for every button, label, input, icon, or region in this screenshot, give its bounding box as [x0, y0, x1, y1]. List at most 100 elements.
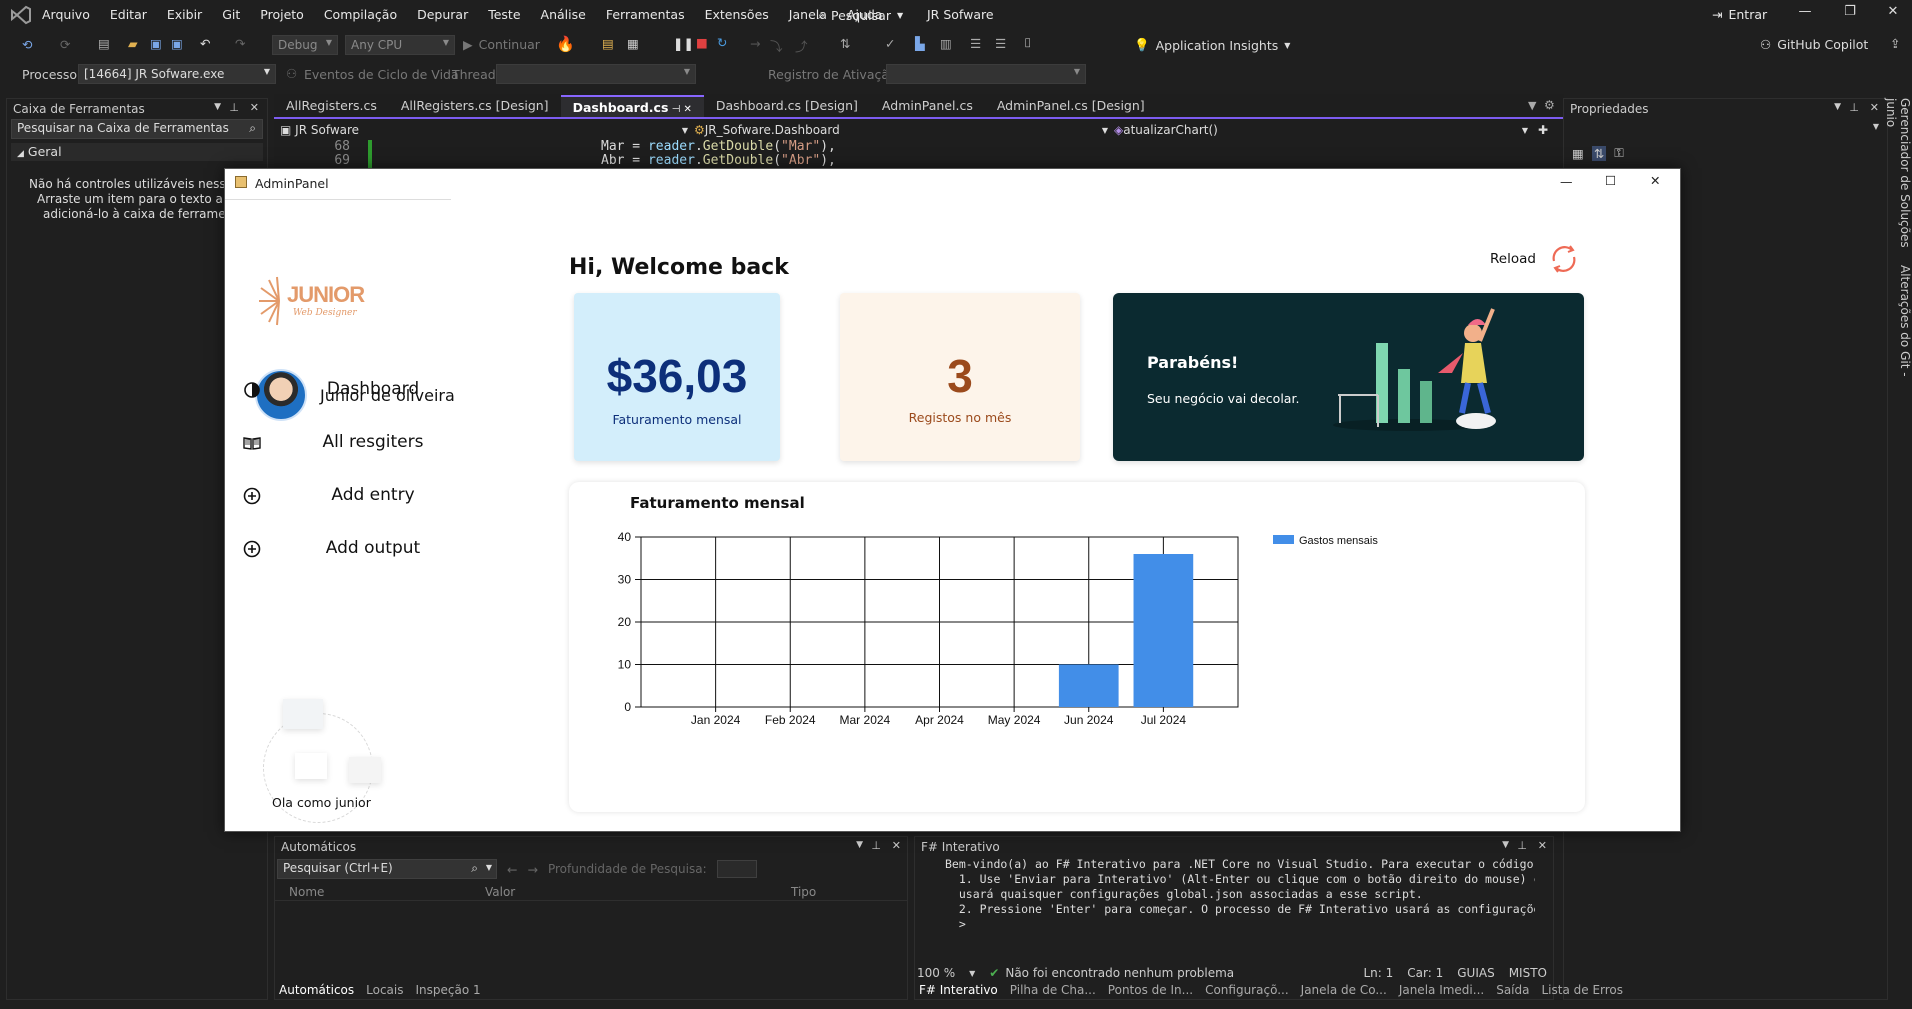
- chevron-down-icon[interactable]: ▼: [214, 102, 221, 112]
- redo-icon[interactable]: ↷: [235, 36, 245, 51]
- indent-icon[interactable]: ☰: [970, 36, 981, 51]
- pin-icon[interactable]: ⊥: [1517, 839, 1527, 852]
- col-type[interactable]: Tipo: [791, 885, 816, 899]
- fsi-tab-6[interactable]: Saída: [1496, 983, 1529, 997]
- property-pages-icon[interactable]: ⚿: [1614, 145, 1624, 161]
- restore-button[interactable]: ❐: [1835, 4, 1865, 26]
- fsi-output[interactable]: Bem-vindo(a) ao F# Interativo para .NET …: [915, 857, 1535, 932]
- code-lines[interactable]: 68 Mar = reader.GetDouble("Mar"), 69 Abr = …: [276, 140, 1536, 168]
- menu-item-0[interactable]: Arquivo: [42, 7, 90, 22]
- app-minimize-button[interactable]: —: [1560, 174, 1573, 189]
- app-close-button[interactable]: ✕: [1650, 173, 1660, 188]
- tab-overflow-icon[interactable]: ▼: [1528, 99, 1536, 112]
- chevron-down-icon[interactable]: ▼: [856, 840, 863, 850]
- zoom-level[interactable]: 100 %: [917, 966, 955, 980]
- fsi-tab-5[interactable]: Janela Imedi...: [1399, 983, 1484, 997]
- bookmark-icon[interactable]: ⌷: [1024, 35, 1032, 51]
- continue-button[interactable]: ▶ Continuar: [463, 37, 540, 52]
- fsi-tab-4[interactable]: Janela de Co...: [1301, 983, 1387, 997]
- app-insights-button[interactable]: 💡 Application Insights ▼: [1134, 37, 1290, 53]
- close-icon[interactable]: ✕: [1538, 839, 1547, 852]
- split-icon[interactable]: ✚: [1538, 123, 1548, 137]
- nav-item-3[interactable]: Add output: [243, 534, 503, 564]
- copilot-button[interactable]: ⚇ GitHub Copilot: [1760, 37, 1868, 52]
- activation-combo[interactable]: ▼: [886, 64, 1086, 84]
- pin-icon[interactable]: ⊥: [871, 839, 881, 852]
- fsi-tab-1[interactable]: Pilha de Cha...: [1010, 983, 1096, 997]
- editor-tab-1[interactable]: AllRegisters.cs [Design]: [389, 95, 561, 117]
- config-combo[interactable]: Debug ▼: [272, 35, 338, 55]
- restart-icon[interactable]: ↻: [717, 35, 727, 50]
- lifecycle-icon[interactable]: ⚇: [286, 66, 297, 81]
- diagnostics-icon[interactable]: ⇅: [840, 36, 850, 51]
- autos-tab-0[interactable]: Automáticos: [279, 983, 354, 997]
- pin-icon[interactable]: ⊥: [1849, 101, 1859, 114]
- code-line[interactable]: 68 Mar = reader.GetDouble("Mar"),: [276, 140, 1536, 154]
- back-icon[interactable]: ⟲: [22, 37, 32, 52]
- comment-icon[interactable]: ✓: [885, 36, 895, 51]
- fsi-tab-2[interactable]: Pontos de In...: [1108, 983, 1193, 997]
- member-dropdown[interactable]: ◈atualizarChart() ▼: [1114, 123, 1534, 137]
- step-out-icon[interactable]: ⤴: [795, 36, 808, 55]
- autos-tab-2[interactable]: Inspeção 1: [416, 983, 481, 997]
- close-icon[interactable]: ✕: [1870, 101, 1879, 114]
- fsi-tab-7[interactable]: Lista de Erros: [1541, 983, 1623, 997]
- nav-item-1[interactable]: All resgiters: [243, 428, 503, 458]
- issues-status[interactable]: Não foi encontrado nenhum problema: [1005, 966, 1234, 980]
- menu-item-10[interactable]: Extensões: [705, 7, 769, 22]
- editor-tab-4[interactable]: AdminPanel.cs: [870, 95, 985, 117]
- code-line[interactable]: 69 Abr = reader.GetDouble("Abr"),: [276, 154, 1536, 168]
- new-project-icon[interactable]: ▤: [98, 36, 110, 51]
- object-selector[interactable]: ▼: [1568, 119, 1883, 139]
- save-all-icon[interactable]: ▣: [171, 36, 183, 51]
- solution-explorer-tab[interactable]: Gerenciador de Soluções: [1898, 98, 1912, 248]
- menu-item-8[interactable]: Análise: [541, 7, 586, 22]
- menu-item-7[interactable]: Teste: [488, 7, 520, 22]
- platform-combo[interactable]: Any CPU ▼: [345, 35, 455, 55]
- menu-item-3[interactable]: Git: [222, 7, 240, 22]
- menu-item-1[interactable]: Editar: [110, 7, 147, 22]
- menu-item-9[interactable]: Ferramentas: [606, 7, 685, 22]
- process-combo[interactable]: [14664] JR Sofware.exe ▼: [78, 64, 276, 84]
- pin-icon[interactable]: ⊥: [229, 101, 239, 114]
- toolbox-search-input[interactable]: Pesquisar na Caixa de Ferramentas ⌕: [11, 119, 263, 139]
- autos-search-input[interactable]: Pesquisar (Ctrl+E) ⌕ ▼: [277, 859, 497, 879]
- thread-combo[interactable]: ▼: [496, 64, 696, 84]
- forward-icon[interactable]: ⟳: [60, 37, 70, 52]
- open-folder-icon[interactable]: ▰: [128, 36, 138, 51]
- step-over-icon[interactable]: ⤵: [770, 36, 783, 55]
- share-icon[interactable]: ⇪: [1890, 36, 1900, 51]
- line-ending[interactable]: MISTO: [1509, 966, 1547, 980]
- forward-arrow-icon[interactable]: →: [527, 862, 537, 877]
- outdent-icon[interactable]: ☰: [995, 36, 1006, 51]
- gear-icon[interactable]: ⚙: [1544, 98, 1555, 112]
- chevron-down-icon[interactable]: ▼: [1502, 840, 1509, 850]
- bar-chart[interactable]: 0 10 20 30 40 Jan 2024 Feb 2024 Mar 2024 Apr 202…: [569, 482, 1585, 812]
- editor-tab-5[interactable]: AdminPanel.cs [Design]: [985, 95, 1157, 117]
- tabs-mode[interactable]: GUIAS: [1457, 966, 1494, 980]
- project-dropdown[interactable]: ▣ JR Sofware ▼: [276, 123, 694, 137]
- format-icon[interactable]: ▥: [940, 36, 952, 51]
- tab-close-icon[interactable]: ⊣ ✕: [668, 104, 692, 115]
- save-icon[interactable]: ▣: [150, 36, 162, 51]
- close-icon[interactable]: ✕: [892, 839, 901, 852]
- minimize-button[interactable]: —: [1790, 4, 1820, 26]
- col-name[interactable]: Nome: [275, 885, 485, 899]
- menu-item-5[interactable]: Compilação: [324, 7, 397, 22]
- depth-combo[interactable]: [716, 860, 757, 878]
- align-icon[interactable]: ▙: [915, 36, 925, 51]
- fsi-tab-0[interactable]: F# Interativo: [919, 983, 998, 997]
- stop-icon[interactable]: ■: [696, 35, 708, 50]
- reload-button[interactable]: Reload: [1490, 239, 1582, 279]
- folder-icon[interactable]: ▤: [602, 36, 614, 51]
- back-arrow-icon[interactable]: ←: [507, 862, 517, 877]
- close-button[interactable]: ✕: [1878, 4, 1908, 26]
- editor-tab-2[interactable]: Dashboard.cs ⊣ ✕: [560, 95, 704, 117]
- menu-item-6[interactable]: Depurar: [417, 7, 468, 22]
- close-icon[interactable]: ✕: [250, 101, 259, 114]
- signin-button[interactable]: ⇥ Entrar: [1712, 7, 1767, 22]
- autos-tab-1[interactable]: Locais: [366, 983, 403, 997]
- search-box[interactable]: ⌕ Pesquisar ▼: [818, 7, 903, 23]
- hot-reload-icon[interactable]: 🔥: [556, 35, 575, 53]
- bar-jul-2024[interactable]: [1133, 554, 1194, 707]
